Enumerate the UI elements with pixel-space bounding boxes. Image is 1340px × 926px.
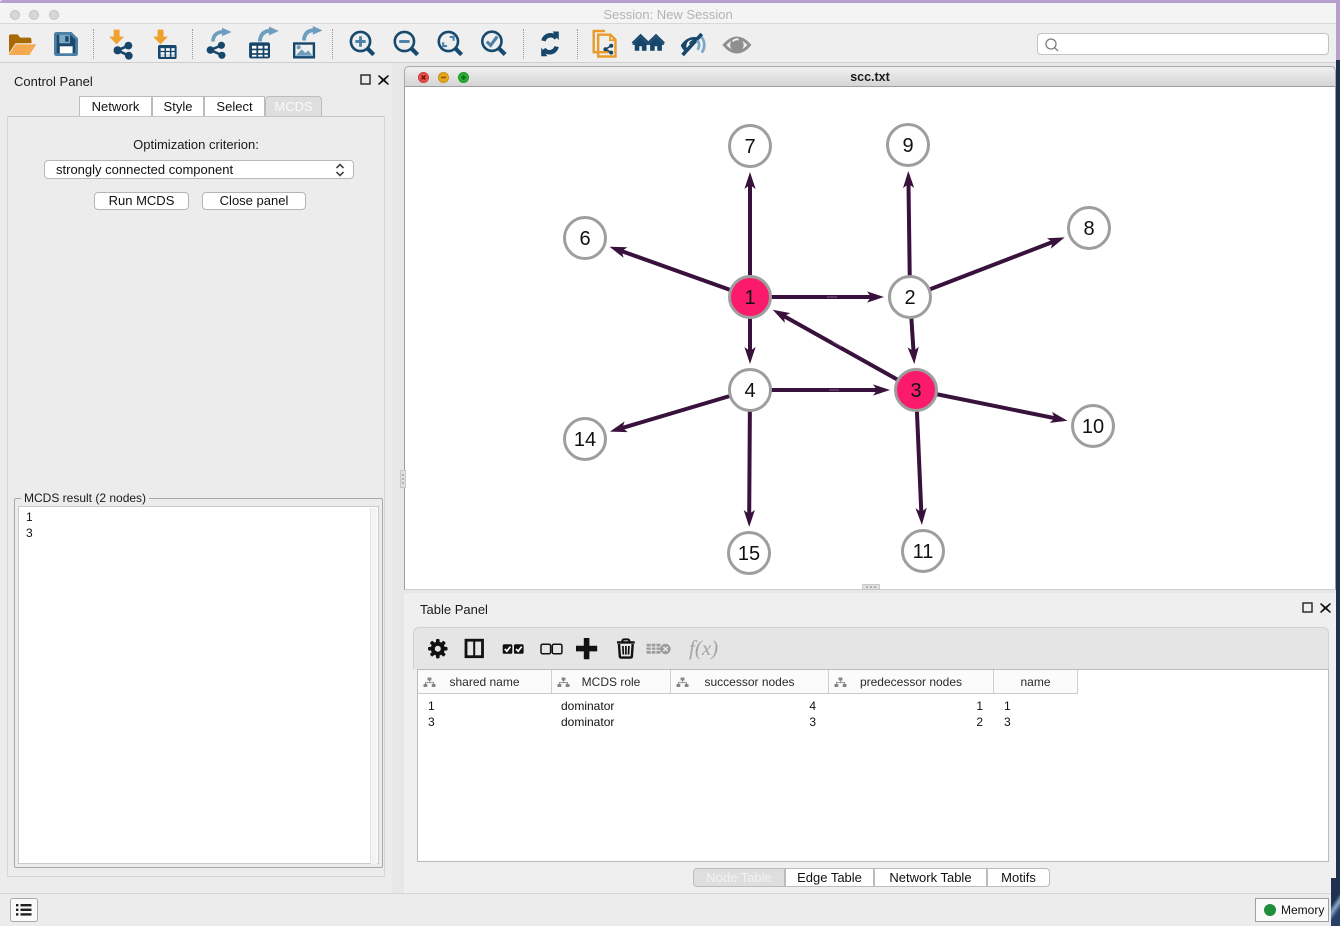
svg-text:10: 10 — [1082, 416, 1104, 438]
svg-text:4: 4 — [744, 380, 755, 402]
svg-text:11: 11 — [913, 541, 934, 563]
svg-text:14: 14 — [574, 429, 596, 451]
svg-text:8: 8 — [1083, 218, 1094, 240]
svg-text:9: 9 — [902, 135, 913, 157]
svg-text:3: 3 — [910, 380, 921, 402]
svg-text:15: 15 — [738, 543, 760, 565]
svg-text:1: 1 — [744, 287, 755, 309]
svg-text:6: 6 — [579, 228, 590, 250]
svg-text:7: 7 — [744, 136, 755, 158]
svg-text:2: 2 — [904, 287, 915, 309]
svg-text:f(x): f(x) — [689, 636, 718, 660]
